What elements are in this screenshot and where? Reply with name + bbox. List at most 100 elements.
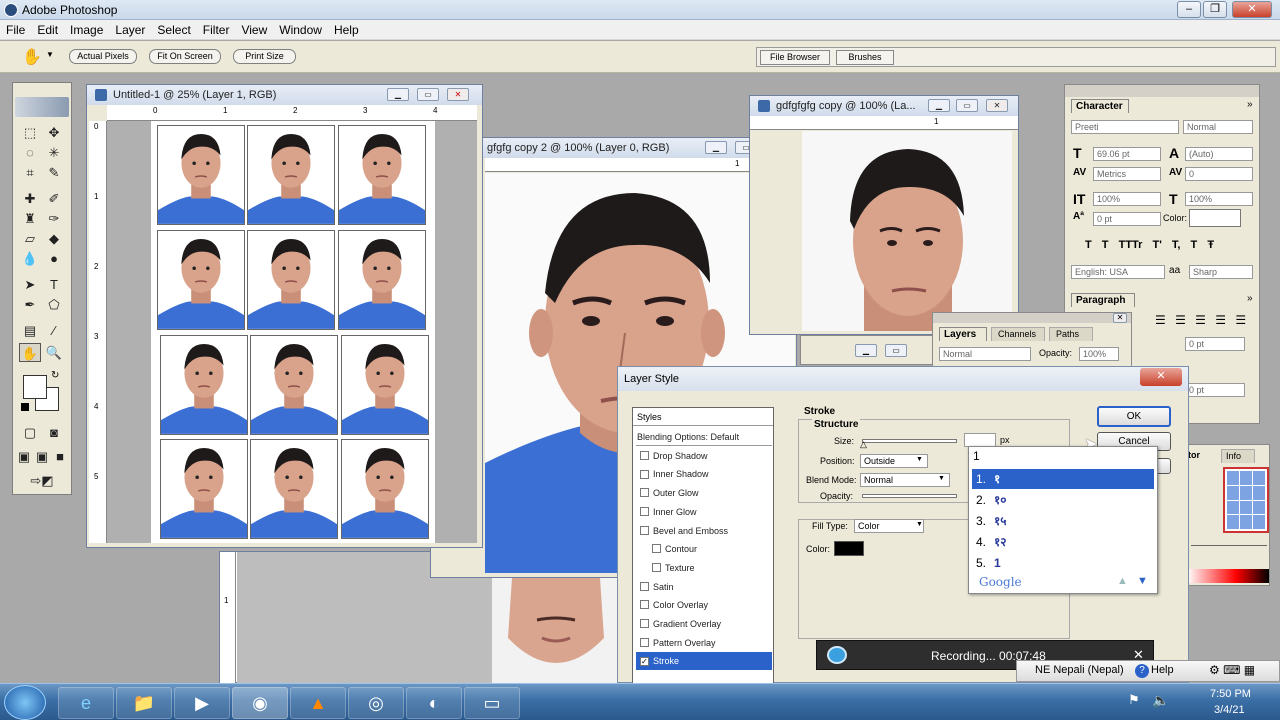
paint-bucket-icon[interactable]: ◆	[43, 229, 65, 248]
subscript-button[interactable]: T,	[1172, 239, 1181, 251]
style-item[interactable]: Inner Glow	[636, 503, 772, 521]
small-caps-button[interactable]: Tr	[1132, 239, 1142, 251]
style-checkbox[interactable]	[640, 506, 649, 516]
screen-mode-1-icon[interactable]: ▣	[15, 447, 33, 466]
internet-explorer-icon[interactable]: e	[58, 687, 114, 719]
style-item[interactable]: Texture	[636, 559, 772, 577]
paths-tab[interactable]: Paths	[1049, 327, 1093, 341]
ime-candidate[interactable]: 5. 1	[972, 553, 1154, 573]
screen-mode-2-icon[interactable]: ▣	[33, 447, 51, 466]
indent-field-1[interactable]: 0 pt	[1185, 337, 1245, 351]
text-color-swatch[interactable]	[1189, 209, 1241, 227]
blend-mode-select[interactable]: Normal	[860, 473, 950, 487]
ime-candidate[interactable]: 2. १०	[972, 490, 1154, 510]
move-tool-icon[interactable]: ✥	[43, 123, 65, 142]
size-slider-thumb[interactable]: △	[860, 439, 867, 450]
font-size-field[interactable]: 69.06 pt	[1093, 147, 1161, 161]
history-brush-icon[interactable]: ✑	[43, 209, 65, 228]
help-label[interactable]: Help	[1151, 664, 1174, 676]
healing-brush-icon[interactable]: ✚	[19, 189, 41, 208]
style-checkbox[interactable]	[640, 637, 649, 647]
style-checkbox[interactable]	[640, 600, 649, 610]
screen-recorder-icon[interactable]: ◐	[406, 687, 462, 719]
underline-button[interactable]: T	[1191, 239, 1198, 251]
doc3-maximize-button[interactable]: ▭	[956, 99, 978, 112]
hand-tool-icon[interactable]: ✋	[22, 47, 42, 67]
dodge-tool-icon[interactable]: ●	[43, 249, 65, 268]
ime-candidate[interactable]: 3. १५	[972, 511, 1154, 531]
style-checkbox[interactable]	[640, 488, 649, 498]
tray-flag-icon[interactable]: ⚑	[1128, 692, 1140, 708]
window-thumbnail-icon[interactable]: ▭	[464, 687, 520, 719]
vlc-icon[interactable]: ▲	[290, 687, 346, 719]
menu-help[interactable]: Help	[328, 20, 365, 37]
maximize-button[interactable]: ❐	[1203, 1, 1227, 18]
file-browser-tab[interactable]: File Browser	[760, 50, 830, 65]
tool-preset-dropdown[interactable]: ▼	[46, 50, 54, 59]
antialias-select[interactable]: Sharp	[1189, 265, 1253, 279]
style-item[interactable]: Contour	[636, 540, 772, 558]
style-item[interactable]: ✓ Stroke	[636, 652, 772, 671]
notes-tool-icon[interactable]: ▤	[19, 321, 41, 340]
doc1-minimize-button[interactable]: ▁	[387, 88, 409, 101]
clock-time[interactable]: 7:50 PM	[1210, 688, 1251, 700]
style-item[interactable]: Inner Shadow	[636, 465, 772, 483]
fit-on-screen-button[interactable]: Fit On Screen	[149, 49, 221, 64]
leading-field[interactable]: (Auto)	[1185, 147, 1253, 161]
brushes-tab[interactable]: Brushes	[836, 50, 894, 65]
file-explorer-icon[interactable]: 📁	[116, 687, 172, 719]
fill-type-select[interactable]: Color	[854, 519, 924, 533]
hand-tool-icon-box[interactable]: ✋	[19, 343, 41, 362]
style-checkbox[interactable]	[640, 469, 649, 479]
minimize-button[interactable]: –	[1177, 1, 1201, 18]
menu-select[interactable]: Select	[151, 20, 196, 37]
horizontal-scale-field[interactable]: 100%	[1185, 192, 1253, 206]
language-indicator[interactable]: NE Nepali (Nepal)	[1035, 664, 1124, 676]
zoom-tool-icon[interactable]: 🔍	[43, 343, 65, 362]
style-item[interactable]: Satin	[636, 578, 772, 596]
style-item[interactable]: Gradient Overlay	[636, 615, 772, 633]
panel-menu-icon[interactable]: »	[1247, 99, 1253, 110]
hidden-window-minimize[interactable]: ▁	[855, 344, 877, 357]
ime-next-icon[interactable]: ▼	[1137, 575, 1148, 587]
eyedropper-icon[interactable]: ⁄	[43, 321, 65, 340]
font-family-select[interactable]: Preeti	[1071, 120, 1179, 134]
style-checkbox[interactable]: ✓	[640, 656, 649, 666]
quick-mask-icon[interactable]: ◙	[43, 423, 65, 442]
menu-filter[interactable]: Filter	[197, 20, 236, 37]
layers-close-button[interactable]: ✕	[1113, 313, 1127, 323]
ime-options-icon[interactable]: ⚙ ⌨ ▦	[1209, 663, 1255, 677]
ime-prev-icon[interactable]: ▲	[1117, 575, 1128, 587]
style-item[interactable]: Drop Shadow	[636, 447, 772, 465]
language-select[interactable]: English: USA	[1071, 265, 1165, 279]
photoshop-taskbar-icon[interactable]: ◉	[232, 687, 288, 719]
lasso-tool-icon[interactable]: ◌	[19, 143, 41, 162]
volume-icon[interactable]: 🔈	[1152, 692, 1169, 709]
chrome-icon[interactable]: ◎	[348, 687, 404, 719]
style-checkbox[interactable]	[652, 563, 661, 573]
style-checkbox[interactable]	[640, 581, 649, 591]
opacity-slider[interactable]	[862, 494, 957, 498]
actual-pixels-button[interactable]: Actual Pixels	[69, 49, 137, 64]
swap-colors-icon[interactable]: ↻	[51, 370, 59, 381]
channels-tab[interactable]: Channels	[991, 327, 1045, 341]
paragraph-tab[interactable]: Paragraph	[1071, 293, 1135, 307]
menu-file[interactable]: File	[0, 20, 31, 37]
doc1-maximize-button[interactable]: ▭	[417, 88, 439, 101]
style-checkbox[interactable]	[652, 544, 661, 554]
alignment-buttons[interactable]: ☰ ☰ ☰ ☰ ☰	[1155, 313, 1255, 327]
default-colors-icon[interactable]	[21, 403, 29, 411]
start-button[interactable]	[4, 685, 46, 720]
superscript-button[interactable]: T'	[1153, 239, 1162, 251]
ime-candidate[interactable]: 4. १२	[972, 532, 1154, 552]
style-checkbox[interactable]	[640, 525, 649, 535]
pen-tool-icon[interactable]: ✒	[19, 295, 41, 314]
layers-opacity-field[interactable]: 100%	[1079, 347, 1119, 361]
color-ramp[interactable]	[1187, 569, 1269, 583]
style-checkbox[interactable]	[640, 619, 649, 629]
foreground-color-swatch[interactable]	[23, 375, 47, 399]
faux-italic-button[interactable]: T	[1102, 239, 1109, 251]
size-slider[interactable]	[862, 439, 957, 443]
eraser-tool-icon[interactable]: ▱	[19, 229, 41, 248]
doc3-close-button[interactable]: ✕	[986, 99, 1008, 112]
